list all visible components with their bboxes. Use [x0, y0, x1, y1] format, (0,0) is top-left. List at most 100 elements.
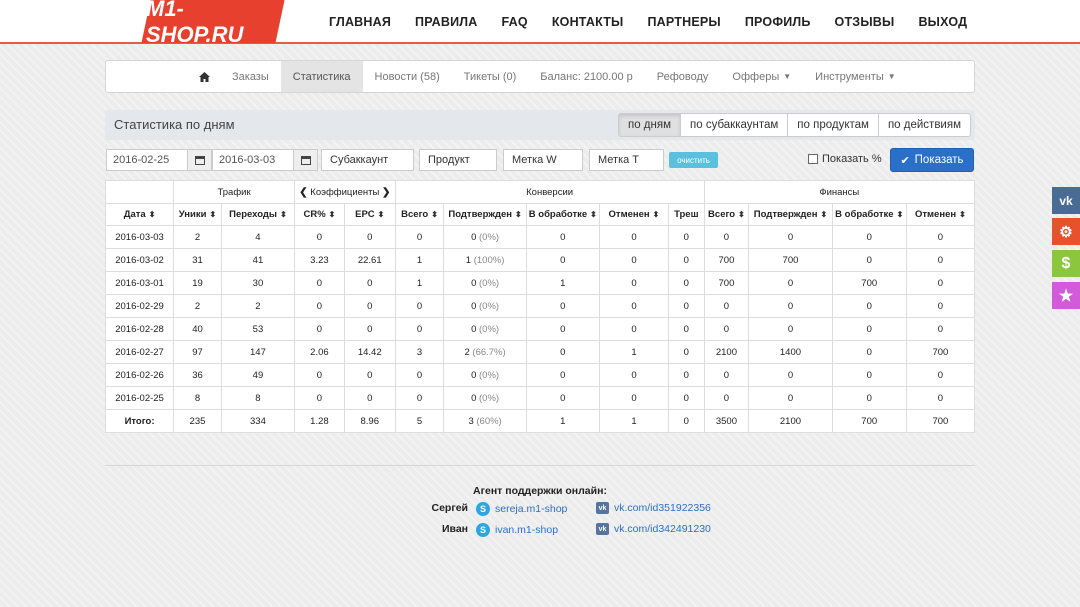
cell-value: 3.23 [310, 254, 329, 266]
nav-home[interactable]: ГЛАВНАЯ [329, 15, 391, 29]
date-to-calendar-button[interactable] [294, 149, 318, 171]
show-percent-checkbox[interactable]: Показать % [808, 153, 882, 165]
tab-by-days[interactable]: по дням [617, 113, 681, 137]
nav-rules[interactable]: ПРАВИЛА [415, 15, 477, 29]
subnav-stats[interactable]: Статистика [280, 61, 363, 92]
column-header[interactable]: Дата ⬍ [104, 203, 175, 226]
sort-icon[interactable]: ⬍ [653, 210, 660, 219]
column-header-label: Уники [178, 209, 207, 220]
product-input[interactable]: Продукт [419, 149, 497, 171]
sort-icon[interactable]: ⬍ [378, 210, 385, 219]
sort-icon[interactable]: ⬍ [515, 210, 522, 219]
table-row: 2016-02-29 2 2 0 0 0 0 (0%) 0 0 0 0 0 0 0 [104, 294, 976, 318]
table-cell: 0 [905, 248, 976, 272]
cell-value: 147 [250, 346, 266, 358]
show-button[interactable]: ✔ Показать [890, 148, 974, 172]
cell-value: 2016-03-03 [115, 231, 164, 243]
nav-profile[interactable]: ПРОФИЛЬ [745, 15, 811, 29]
date-to-input[interactable]: 2016-03-03 [212, 149, 294, 171]
nav-reviews[interactable]: ОТЗЫВЫ [835, 15, 895, 29]
table-cell: 700 [905, 409, 976, 433]
cell-value: 97 [192, 346, 203, 358]
skype-handle[interactable]: ivan.m1-shop [495, 524, 558, 536]
nav-contacts[interactable]: КОНТАКТЫ [552, 15, 624, 29]
column-header[interactable]: Всего ⬍ [703, 203, 750, 226]
sort-icon[interactable]: ⬍ [149, 210, 156, 219]
cell-value: 0 [631, 231, 637, 243]
sort-icon[interactable]: ⬍ [209, 210, 216, 219]
column-header[interactable]: CR% ⬍ [294, 203, 345, 226]
sort-icon[interactable]: ⬍ [431, 210, 438, 219]
tag-t-input[interactable]: Метка T [589, 149, 664, 171]
table-cell: 0 [703, 363, 750, 387]
column-header[interactable]: Подтвержден ⬍ [748, 203, 833, 226]
tab-by-subaccounts[interactable]: по субаккаунтам [680, 113, 789, 137]
side-star-button[interactable]: ★ [1052, 282, 1080, 309]
table-cell: 30 [220, 271, 296, 295]
subnav-news[interactable]: Новости (58) [363, 61, 452, 92]
vk-url[interactable]: vk.com/id342491230 [614, 523, 711, 535]
table-cell: 5 [394, 409, 445, 433]
cell-value: 0 [316, 231, 323, 243]
checkbox-box[interactable] [808, 154, 818, 164]
nav-partners[interactable]: ПАРТНЕРЫ [647, 15, 720, 29]
subnav-tools[interactable]: Инструменты ▼ [803, 61, 908, 92]
column-header[interactable]: Уники ⬍ [173, 203, 222, 226]
chevron-right-icon[interactable]: ❯ [382, 187, 390, 198]
column-header[interactable]: Подтвержден ⬍ [443, 203, 527, 226]
sort-icon[interactable]: ⬍ [329, 210, 336, 219]
column-header[interactable]: Отменен ⬍ [598, 203, 670, 226]
date-from-calendar-button[interactable] [188, 149, 212, 171]
column-header[interactable]: EPC ⬍ [343, 203, 396, 226]
skype-handle[interactable]: sereja.m1-shop [495, 503, 567, 515]
agent-vk-link[interactable]: vk vk.com/id342491230 [596, 523, 711, 535]
site-logo[interactable]: M1-SHOP.RU [141, 0, 285, 47]
sort-icon[interactable]: ⬍ [959, 210, 966, 219]
cell-value: 0 [866, 392, 872, 404]
cell-value: 700 [932, 415, 949, 427]
side-dollar-button[interactable]: $ [1052, 250, 1080, 277]
vk-url[interactable]: vk.com/id351922356 [614, 502, 711, 514]
subaccount-input[interactable]: Субаккаунт [321, 149, 414, 171]
home-link[interactable] [189, 61, 220, 92]
sort-icon[interactable]: ⬍ [590, 210, 597, 219]
tab-by-products[interactable]: по продуктам [787, 113, 879, 137]
sort-icon[interactable]: ⬍ [897, 210, 904, 219]
column-header-label: CR% [303, 209, 326, 220]
vk-icon: vk [596, 523, 609, 535]
table-cell: 0 [598, 386, 670, 410]
column-header[interactable]: Переходы ⬍ [220, 203, 296, 226]
side-vk-button[interactable]: vk [1052, 187, 1080, 214]
table-cell: 0 [525, 363, 600, 387]
cell-value: 0 [866, 346, 872, 358]
subnav-refs[interactable]: Рефоводу [645, 61, 721, 92]
stats-panel-heading: Статистика по дням по дням по субаккаунт… [105, 110, 975, 140]
clear-button[interactable]: очистить [669, 152, 718, 168]
tag-w-input[interactable]: Метка W [503, 149, 583, 171]
nav-faq[interactable]: FAQ [502, 15, 528, 29]
subnav-tickets[interactable]: Тикеты (0) [452, 61, 529, 92]
table-cell: Итого: [104, 409, 175, 433]
subnav-orders[interactable]: Заказы [220, 61, 281, 92]
agent-skype-link[interactable]: Sivan.m1-shop [476, 523, 558, 537]
side-settings-button[interactable]: ⚙ [1052, 218, 1080, 245]
column-header[interactable]: В обработке ⬍ [831, 203, 907, 226]
nav-logout[interactable]: ВЫХОД [918, 15, 967, 29]
subnav-offers[interactable]: Офферы ▼ [720, 61, 803, 92]
table-cell: 0 [703, 386, 750, 410]
sort-icon[interactable]: ⬍ [280, 210, 287, 219]
chevron-left-icon[interactable]: ❮ [299, 187, 307, 198]
agent-vk-link[interactable]: vk vk.com/id351922356 [596, 502, 711, 514]
sort-icon[interactable]: ⬍ [820, 210, 827, 219]
column-header[interactable]: Треш [668, 203, 705, 226]
agent-skype-link[interactable]: Ssereja.m1-shop [476, 502, 567, 516]
column-header[interactable]: Отменен ⬍ [905, 203, 976, 226]
column-header[interactable]: Всего ⬍ [394, 203, 445, 226]
sort-icon[interactable]: ⬍ [738, 210, 745, 219]
cell-value: 0 [631, 277, 637, 289]
subnav-balance[interactable]: Баланс: 2100.00 р [528, 61, 645, 92]
group-header-coef: ❮ Коэффициенты ❯ [294, 180, 396, 204]
date-from-input[interactable]: 2016-02-25 [106, 149, 188, 171]
column-header[interactable]: В обработке ⬍ [525, 203, 600, 226]
tab-by-actions[interactable]: по действиям [877, 113, 971, 137]
